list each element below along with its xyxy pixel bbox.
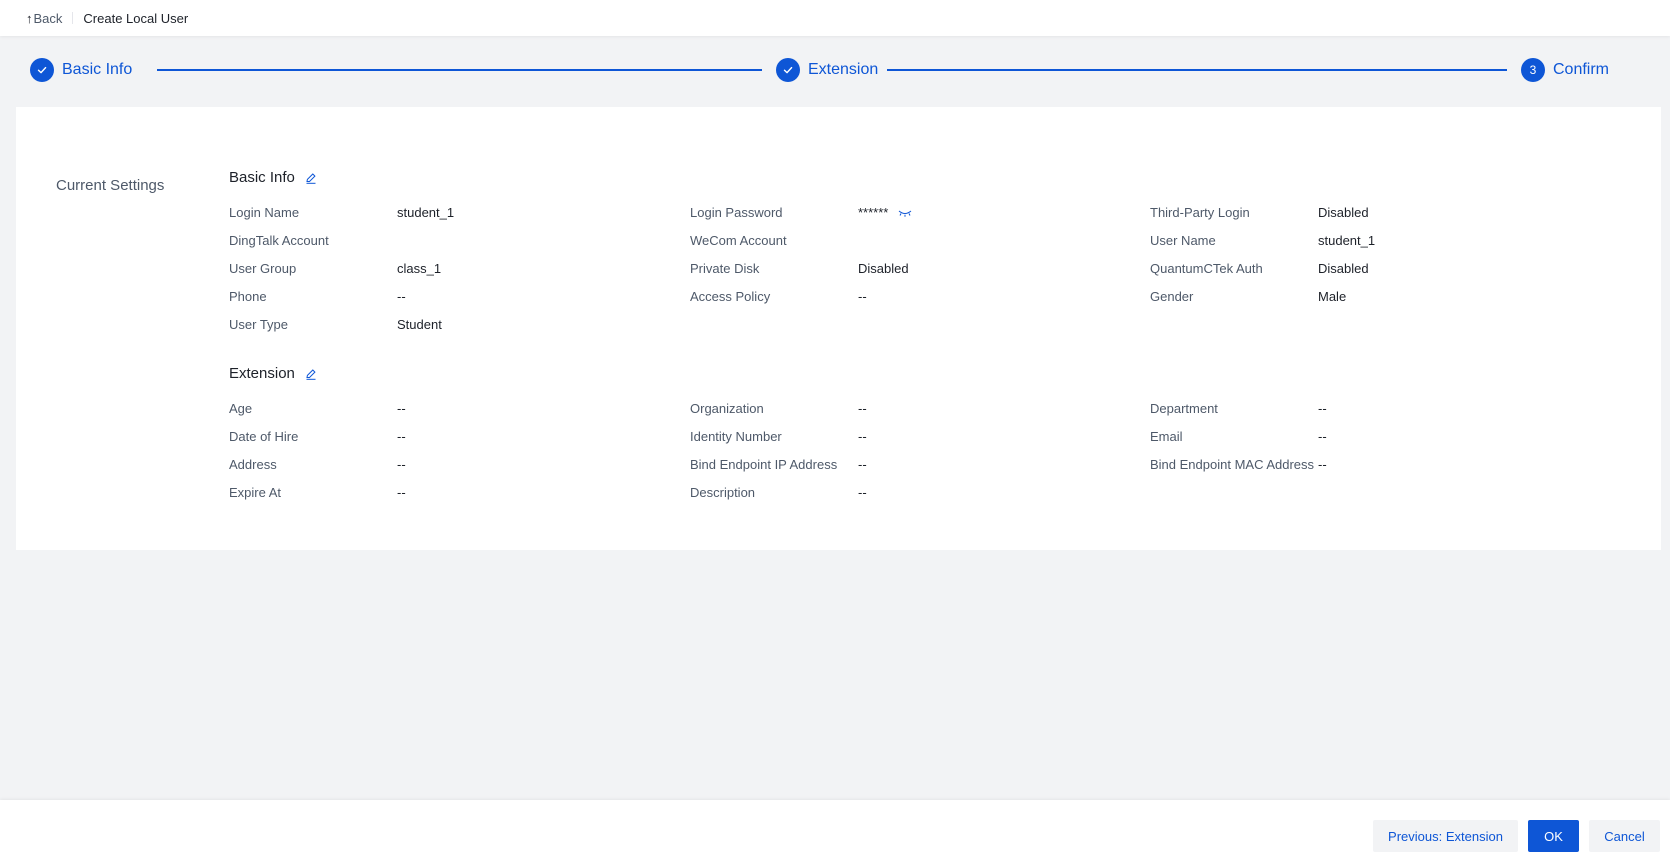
step-done-check-icon xyxy=(30,58,54,82)
field-value: -- xyxy=(397,429,406,444)
step-basic-info[interactable]: Basic Info xyxy=(30,58,132,82)
field-label: Gender xyxy=(1150,289,1194,304)
field-value: Disabled xyxy=(1318,261,1369,276)
field-value: student_1 xyxy=(1318,233,1376,248)
field-value: -- xyxy=(1318,457,1327,472)
ok-button[interactable]: OK xyxy=(1528,820,1579,852)
back-label: Back xyxy=(33,10,63,26)
step-done-check-icon xyxy=(776,58,800,82)
field-label: Age xyxy=(229,401,253,416)
field-label: Organization xyxy=(690,401,764,416)
field-label: Login Password xyxy=(690,205,783,220)
edit-basic-info-icon[interactable] xyxy=(305,172,317,184)
step-connector xyxy=(887,69,1507,71)
step-label: Basic Info xyxy=(62,61,133,78)
edit-extension-icon[interactable] xyxy=(305,368,317,380)
field-value: -- xyxy=(858,289,867,304)
field-label: User Type xyxy=(229,317,289,332)
basic-info-heading: Basic Info xyxy=(229,169,317,186)
field-value: -- xyxy=(397,457,406,472)
field-value: -- xyxy=(858,485,867,500)
field-label: Private Disk xyxy=(690,261,760,276)
back-arrow-icon: ↑ xyxy=(26,10,33,26)
group-title: Extension xyxy=(229,365,295,382)
cancel-button[interactable]: Cancel xyxy=(1589,820,1660,852)
field-value: Disabled xyxy=(858,261,909,276)
show-password-eye-icon[interactable] xyxy=(898,209,912,217)
settings-summary-card: Current Settings Basic Info Login Name s… xyxy=(16,107,1661,550)
group-title: Basic Info xyxy=(229,169,295,186)
field-value: -- xyxy=(858,457,867,472)
step-connector xyxy=(157,69,762,71)
field-label: Phone xyxy=(229,289,267,304)
field-label: Access Policy xyxy=(690,289,771,304)
current-settings-heading: Current Settings xyxy=(56,177,165,194)
field-label: WeCom Account xyxy=(690,233,787,248)
masked-password: ****** xyxy=(858,205,889,220)
footer-bar: Previous: Extension OK Cancel xyxy=(0,800,1670,862)
back-button[interactable]: ↑ Back xyxy=(26,11,62,26)
wizard-steps: Basic Info Extension 3 Confirm xyxy=(0,36,1670,106)
field-label: Login Name xyxy=(229,205,300,220)
step-label: Extension xyxy=(808,61,879,78)
field-value: -- xyxy=(1318,429,1327,444)
field-value: student_1 xyxy=(397,205,455,220)
field-value: Male xyxy=(1318,289,1347,304)
field-label: DingTalk Account xyxy=(229,233,329,248)
field-label: Identity Number xyxy=(690,429,782,444)
step-number: 3 xyxy=(1521,58,1545,82)
step-label: Confirm xyxy=(1553,61,1610,78)
field-label: Description xyxy=(690,485,756,500)
field-label: User Name xyxy=(1150,233,1216,248)
field-value: -- xyxy=(397,401,406,416)
header-divider xyxy=(72,12,74,24)
field-label: User Group xyxy=(229,261,297,276)
field-label: Third-Party Login xyxy=(1150,205,1250,220)
field-value: Disabled xyxy=(1318,205,1369,220)
field-value: Student xyxy=(397,317,442,332)
extension-heading: Extension xyxy=(229,365,317,382)
previous-extension-button[interactable]: Previous: Extension xyxy=(1373,820,1518,852)
field-value: -- xyxy=(397,289,406,304)
field-value: -- xyxy=(1318,401,1327,416)
field-label: Bind Endpoint IP Address xyxy=(690,457,838,472)
field-value: -- xyxy=(858,401,867,416)
field-value: class_1 xyxy=(397,261,442,276)
field-label: QuantumCTek Auth xyxy=(1150,261,1263,276)
page-title: Create Local User xyxy=(83,10,189,26)
field-label: Department xyxy=(1150,401,1218,416)
password-value: ****** xyxy=(858,205,912,220)
field-value: -- xyxy=(858,429,867,444)
step-extension[interactable]: Extension xyxy=(776,58,878,82)
top-bar: ↑ Back Create Local User xyxy=(0,0,1670,36)
field-label: Email xyxy=(1150,429,1183,444)
field-label: Bind Endpoint MAC Address xyxy=(1150,457,1315,472)
field-label: Expire At xyxy=(229,485,282,500)
field-label: Address xyxy=(229,457,277,472)
step-confirm: 3 Confirm xyxy=(1521,58,1609,82)
field-value: -- xyxy=(397,485,406,500)
field-label: Date of Hire xyxy=(229,429,299,444)
